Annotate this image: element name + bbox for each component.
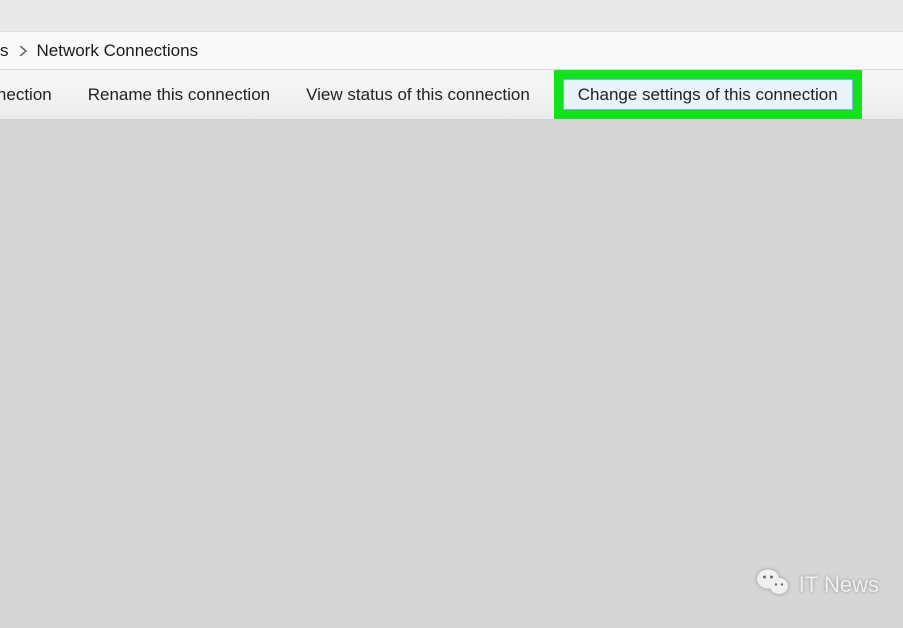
breadcrumb: s Network Connections	[0, 32, 903, 70]
highlight-box: Change settings of this connection	[554, 70, 862, 119]
rename-connection-button[interactable]: Rename this connection	[70, 79, 288, 111]
chevron-right-icon	[13, 43, 33, 59]
breadcrumb-current[interactable]: Network Connections	[33, 41, 203, 61]
breadcrumb-prev-fragment[interactable]: s	[0, 41, 13, 61]
toolbar: onnection Rename this connection View st…	[0, 70, 903, 120]
window-title-strip	[0, 0, 903, 32]
toolbar-item-partial[interactable]: onnection	[0, 79, 70, 111]
view-status-button[interactable]: View status of this connection	[288, 79, 548, 111]
change-settings-button[interactable]: Change settings of this connection	[563, 79, 853, 110]
content-area	[0, 120, 903, 628]
